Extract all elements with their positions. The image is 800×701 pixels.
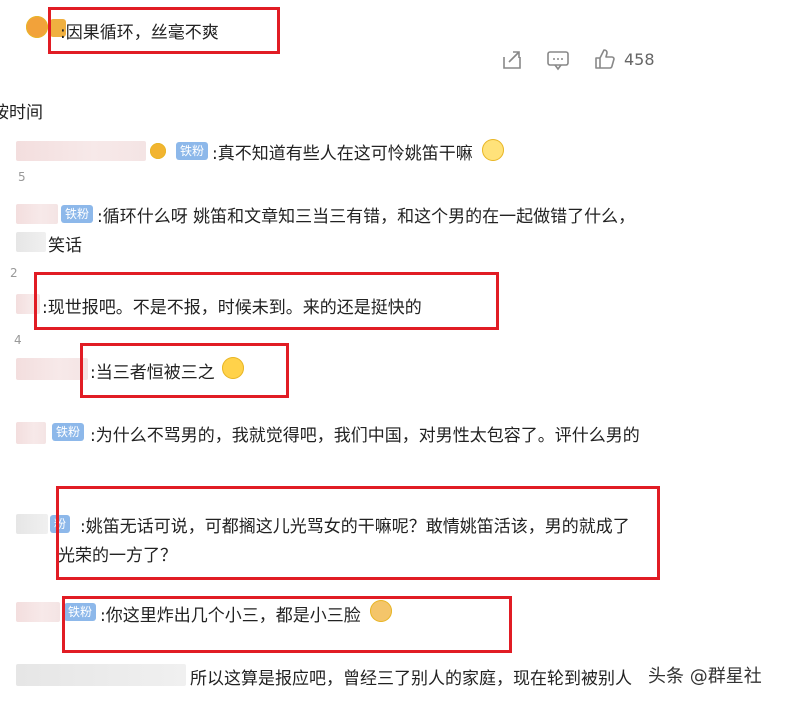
comment-text: :真不知道有些人在这可怜姚笛干嘛 [212, 144, 473, 164]
blurred-username [16, 664, 186, 686]
mask-emoji-icon [482, 139, 504, 161]
blurred-username [16, 141, 146, 161]
blurred-username [16, 422, 46, 444]
side-fragment: 5 [18, 170, 26, 184]
sort-by-time[interactable]: 按时间 [0, 98, 43, 123]
comment-text: 所以这算是报应吧，曾经三了别人的家庭，现在轮到被别人 [190, 669, 632, 689]
like-count: 458 [624, 50, 655, 69]
blurred-username [16, 204, 58, 224]
side-fragment: 2 [10, 266, 18, 280]
emoji-icon [26, 16, 48, 38]
highlight-box [34, 272, 499, 330]
verified-icon [150, 143, 166, 159]
highlight-box [62, 596, 512, 653]
blurred-username [16, 514, 48, 534]
highlight-box [48, 7, 280, 54]
comment-text: :循环什么呀 姚笛和文章知三当三有错，和这个男的在一起做错了什么， [97, 207, 636, 227]
share-icon[interactable] [501, 49, 523, 71]
comment-text: :为什么不骂男的，我就觉得吧，我们中国，对男性太包容了。评什么男的 [90, 426, 640, 446]
blurred-username [16, 358, 88, 380]
blurred-username [16, 602, 60, 622]
thumbs-up-icon[interactable] [593, 48, 615, 70]
watermark: 头条 @群星社 [648, 666, 762, 687]
comment-text-continued: 笑话 [48, 236, 82, 256]
fan-badge: 铁粉 [176, 142, 209, 160]
fan-badge: 铁粉 [61, 205, 94, 223]
blurred-avatar [16, 232, 46, 252]
highlight-box [56, 486, 660, 580]
fan-badge: 铁粉 [52, 423, 85, 441]
side-fragment: 4 [14, 333, 22, 347]
comment-icon[interactable] [546, 49, 570, 71]
highlight-box [80, 343, 289, 398]
